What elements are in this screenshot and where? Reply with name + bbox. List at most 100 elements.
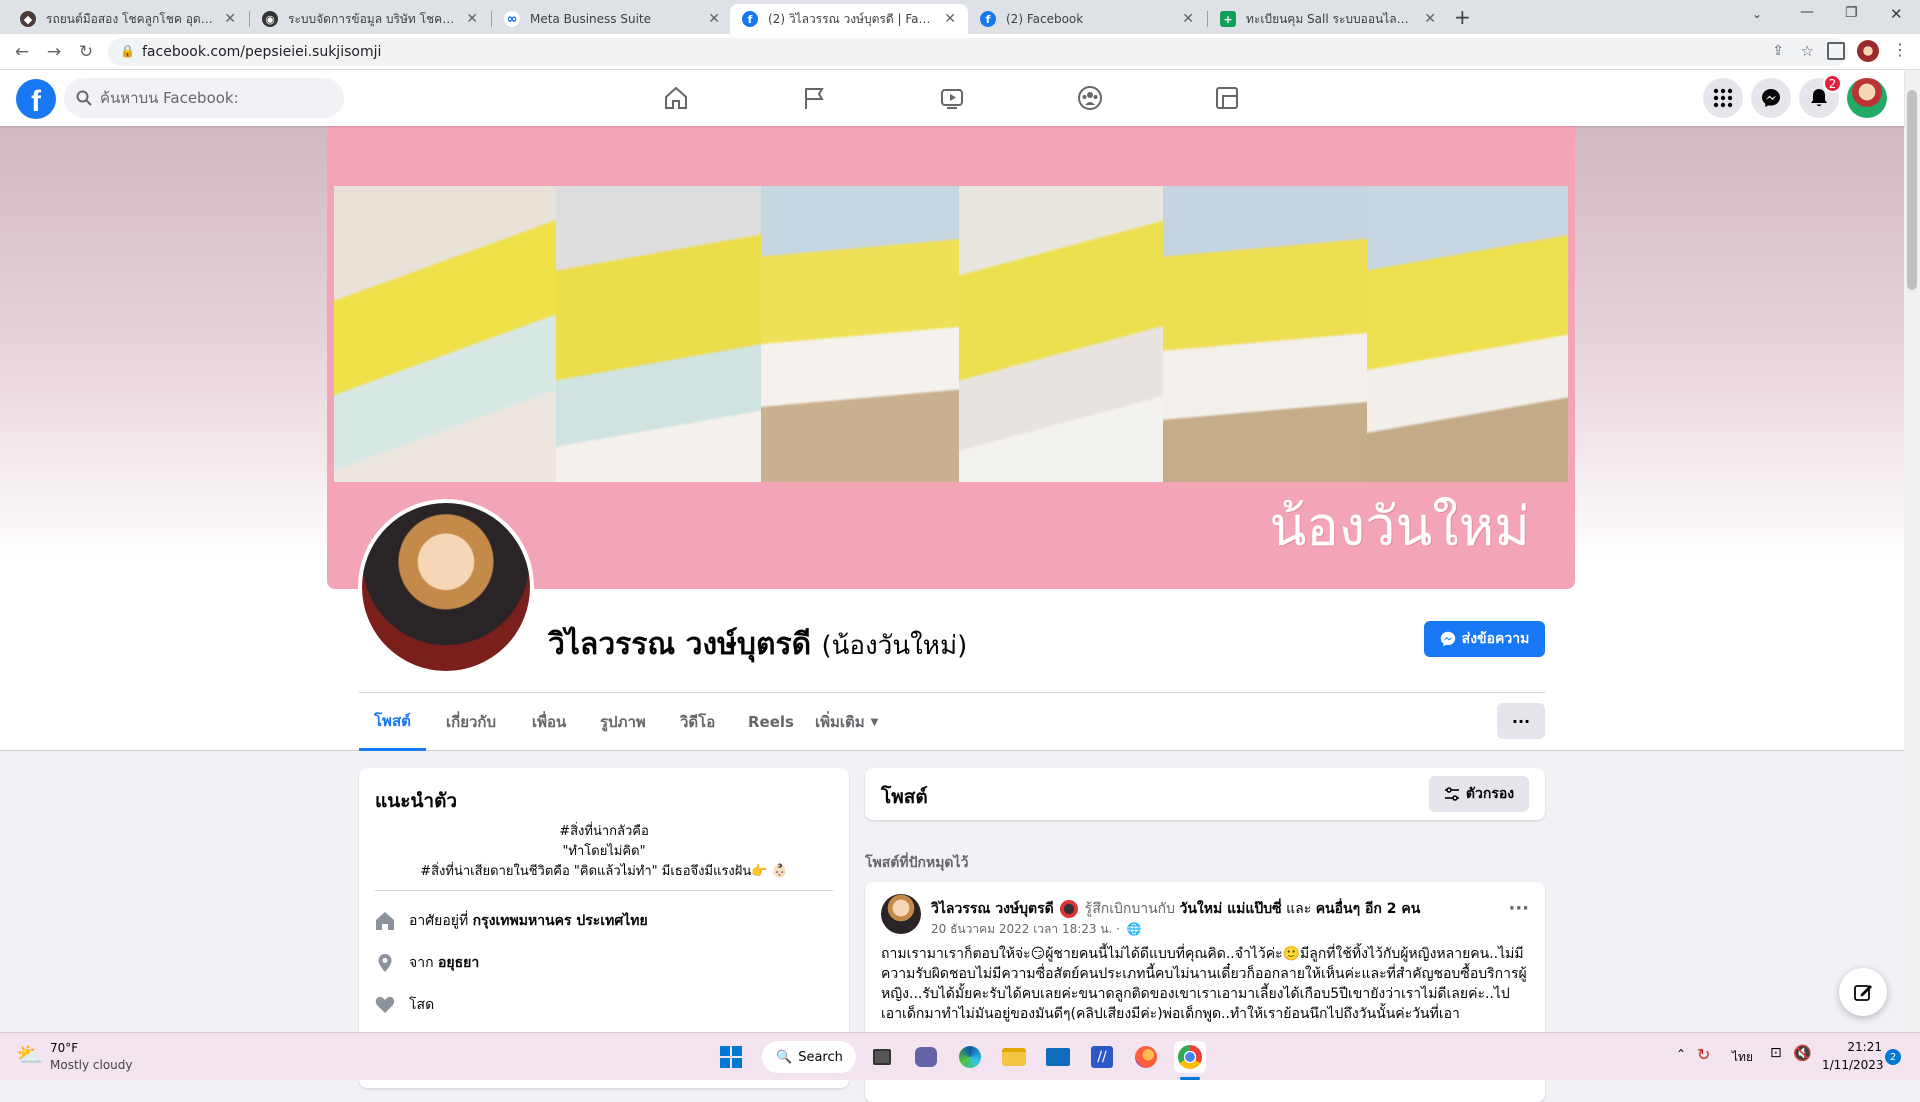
caret-down-icon: ▼	[870, 716, 879, 728]
post-author-name[interactable]: วิไลวรรณ วงษ์บุตรดี	[931, 901, 1054, 917]
from-location-link[interactable]: อยุธยา	[438, 955, 479, 971]
tab-posts[interactable]: โพสต์	[359, 693, 426, 751]
facebook-favicon-icon: f	[742, 11, 758, 27]
filters-button[interactable]: ตัวกรอง	[1429, 776, 1529, 812]
tab-friends[interactable]: เพื่อน	[532, 693, 566, 751]
posts-header-card: โพสต์ ตัวกรอง	[865, 768, 1545, 820]
show-hidden-icons-chevron-icon[interactable]: ⌃	[1676, 1047, 1686, 1061]
cover-collage-photo	[334, 186, 556, 482]
browser-tab[interactable]: ∞ Meta Business Suite ✕	[492, 4, 732, 34]
edge-icon[interactable]	[954, 1041, 986, 1073]
tab-search-chevron-icon[interactable]: ⌄	[1752, 7, 1762, 21]
facebook-logo-icon[interactable]: f	[16, 79, 56, 119]
send-message-button[interactable]: ส่งข้อความ	[1424, 621, 1545, 657]
profile-avatar-icon[interactable]	[1857, 40, 1879, 62]
post-date-link[interactable]: 20 ธันวาคม 2022 เวลา 18:23 น. ·	[931, 922, 1120, 936]
forward-icon[interactable]: →	[42, 40, 66, 64]
share-icon[interactable]: ⇪	[1772, 43, 1784, 59]
scrollbar-thumb[interactable]	[1907, 90, 1917, 290]
more-options-button[interactable]: ···	[1497, 703, 1545, 739]
restore-icon[interactable]: ❐	[1845, 5, 1858, 21]
url-bar[interactable]: 🔒 facebook.com/pepsieiei.sukjisomji ⇪ ☆	[108, 38, 1848, 66]
windows-taskbar: ⛅ 70°F Mostly cloudy 🔍 Search ∕∕ ⌃ ↻ ไทย…	[0, 1032, 1920, 1080]
sync-status-icon[interactable]: ↻	[1697, 1045, 1710, 1064]
filters-label: ตัวกรอง	[1465, 786, 1515, 802]
gaming-icon[interactable]	[1207, 78, 1247, 118]
lives-prefix: อาศัยอยู่ที่	[409, 913, 469, 929]
new-tab-icon[interactable]: +	[1454, 5, 1471, 29]
store-app-icon[interactable]: ∕∕	[1086, 1041, 1118, 1073]
bio-line: "ทำโดยไม่คิด"	[562, 844, 646, 859]
volume-muted-icon[interactable]: 🔇	[1793, 1044, 1812, 1062]
close-tab-icon[interactable]: ✕	[1424, 11, 1436, 27]
bookmark-star-icon[interactable]: ☆	[1801, 42, 1814, 60]
close-tab-icon[interactable]: ✕	[1182, 11, 1194, 27]
notifications-bell-icon[interactable]: 2	[1799, 74, 1842, 118]
tab-videos[interactable]: วิดีโอ	[680, 693, 715, 751]
search-placeholder: ค้นหาบน Facebook:	[100, 89, 239, 107]
weather-temp[interactable]: 70°F	[50, 1041, 78, 1055]
chrome-icon[interactable]	[1174, 1041, 1206, 1073]
weather-description[interactable]: Mostly cloudy	[50, 1058, 133, 1072]
reload-icon[interactable]: ↻	[74, 40, 98, 64]
account-avatar[interactable]	[1847, 78, 1887, 118]
post-options-icon[interactable]: ···	[1508, 898, 1529, 919]
close-tab-icon[interactable]: ✕	[708, 11, 720, 27]
pages-flag-icon[interactable]	[794, 78, 834, 118]
post-author-avatar[interactable]	[881, 894, 921, 934]
tab-more[interactable]: เพิ่มเติม ▼	[815, 693, 878, 751]
tab-reels[interactable]: Reels	[748, 693, 794, 751]
menu-grid-icon[interactable]	[1703, 78, 1743, 118]
new-message-compose-button[interactable]	[1839, 968, 1887, 1016]
close-tab-icon[interactable]: ✕	[224, 11, 236, 27]
messenger-icon[interactable]	[1751, 78, 1791, 118]
tab-more-label: เพิ่มเติม	[815, 713, 865, 731]
tab-photos[interactable]: รูปภาพ	[600, 693, 646, 751]
windows-start-icon[interactable]	[715, 1041, 747, 1073]
browser-tab[interactable]: f (2) Facebook ✕	[968, 4, 1206, 34]
close-tab-icon[interactable]: ✕	[944, 11, 956, 27]
search-input[interactable]: ค้นหาบน Facebook:	[64, 78, 344, 118]
file-explorer-icon[interactable]	[998, 1041, 1030, 1073]
weather-cloud-icon[interactable]: ⛅	[16, 1043, 43, 1068]
tagged-others-link[interactable]: คนอื่นๆ อีก 2 คน	[1316, 901, 1421, 917]
lock-icon: 🔒	[120, 44, 135, 58]
chrome-menu-icon[interactable]: ⋮	[1892, 40, 1908, 59]
home-icon[interactable]	[656, 78, 696, 118]
tab-about[interactable]: เกี่ยวกับ	[446, 693, 496, 751]
pinned-posts-label: โพสต์ที่ปักหมุดไว้	[865, 855, 969, 871]
lives-location-link[interactable]: กรุงเทพมหานคร ประเทศไทย	[473, 913, 648, 929]
send-message-label: ส่งข้อความ	[1461, 631, 1530, 647]
watch-video-icon[interactable]	[932, 78, 972, 118]
browser-tab[interactable]: ◉ ระบบจัดการข้อมูล บริษัท โชคลูกโชค ✕	[250, 4, 490, 34]
input-language[interactable]: ไทย	[1732, 1048, 1753, 1067]
tagged-person-link[interactable]: วันใหม่ แม่แป๊บซี่	[1180, 901, 1282, 917]
notification-center-badge[interactable]: 2	[1885, 1049, 1901, 1065]
notification-badge: 2	[1823, 74, 1842, 93]
browser-tab[interactable]: + ทะเบียนคุม Sall ระบบออนไลน์.xlsx - G ✕	[1208, 4, 1448, 34]
profile-name: วิไลวรรณ วงษ์บุตรดี (น้องวันใหม่)	[548, 621, 967, 668]
close-window-icon[interactable]: ✕	[1890, 5, 1903, 23]
network-icon[interactable]: ⊡	[1770, 1045, 1782, 1061]
firefox-icon[interactable]	[1130, 1041, 1162, 1073]
groups-icon[interactable]	[1070, 78, 1110, 118]
profile-tabs: โพสต์ เกี่ยวกับ เพื่อน รูปภาพ วิดีโอ Ree…	[359, 692, 1545, 751]
ellipsis-icon: ···	[1511, 711, 1531, 731]
post-body-text: ถามเรามาเราก็ตอบให้จ่ะ😏ผู้ชายคนนี้ไม่ได้…	[881, 946, 1527, 1022]
side-panel-icon[interactable]	[1827, 42, 1845, 60]
task-view-icon[interactable]	[866, 1041, 898, 1073]
clock-time[interactable]: 21:21	[1822, 1040, 1882, 1054]
privacy-globe-icon: 🌐	[1126, 922, 1142, 936]
mail-icon[interactable]	[1042, 1041, 1074, 1073]
profile-avatar[interactable]	[358, 499, 534, 675]
browser-tab[interactable]: ◆ รถยนต์มือสอง โชคลูกโชค อุดรธานี ✕	[8, 4, 248, 34]
minimize-icon[interactable]: —	[1800, 4, 1814, 20]
browser-tab-active[interactable]: f (2) วิไลวรรณ วงษ์บุตรดี | Facebook ✕	[730, 4, 968, 34]
taskbar-search-button[interactable]: 🔍 Search	[762, 1041, 856, 1073]
page-scrollbar[interactable]	[1904, 70, 1920, 1032]
close-tab-icon[interactable]: ✕	[466, 11, 478, 27]
clock-date[interactable]: 1/11/2023	[1822, 1058, 1884, 1072]
teams-chat-icon[interactable]	[910, 1041, 942, 1073]
cover-photo[interactable]: น้องวันใหม่	[327, 126, 1575, 589]
back-icon[interactable]: ←	[10, 40, 34, 64]
